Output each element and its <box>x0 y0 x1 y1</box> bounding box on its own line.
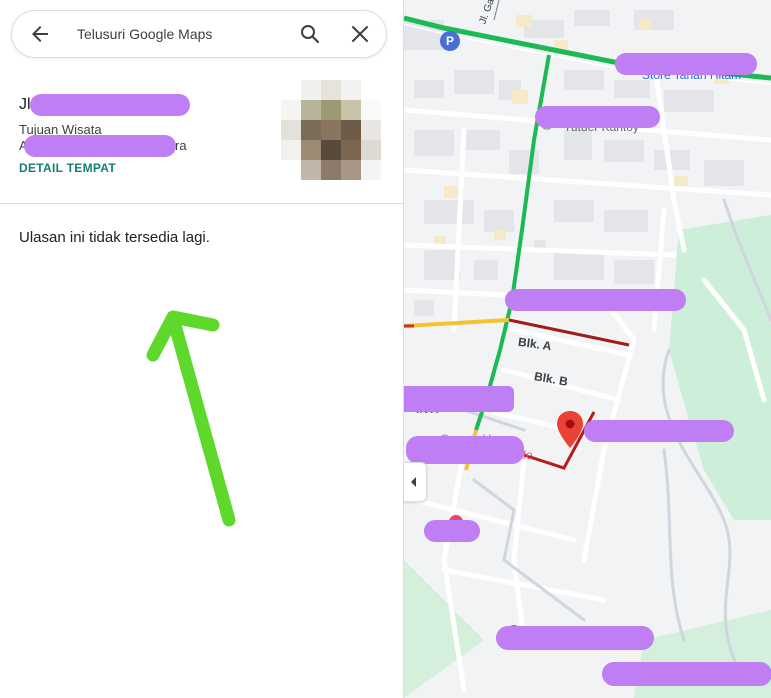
search-icon[interactable] <box>298 22 322 46</box>
search-input[interactable]: Telusuri Google Maps <box>77 26 212 42</box>
place-thumbnail[interactable] <box>281 80 381 180</box>
redaction-mark <box>615 53 757 75</box>
map-pin-icon[interactable] <box>557 411 583 449</box>
collapse-panel-button[interactable] <box>404 462 427 502</box>
redaction-mark <box>24 135 176 157</box>
redaction-mark <box>535 106 660 128</box>
redaction-mark <box>30 94 190 116</box>
side-panel: Telusuri Google Maps Jl Tujuan Wisata A … <box>0 0 404 698</box>
chevron-left-icon <box>411 477 416 487</box>
back-arrow-icon[interactable] <box>28 22 52 46</box>
svg-text:P: P <box>446 34 454 48</box>
map-canvas[interactable] <box>404 0 771 698</box>
map-view[interactable]: Jl. Ga Store Tanah Hitam Tutuer Kantoy B… <box>404 0 771 698</box>
address-suffix: ra <box>175 138 187 153</box>
search-bar[interactable]: Telusuri Google Maps <box>11 10 387 58</box>
section-divider <box>0 203 403 204</box>
detail-place-link[interactable]: DETAIL TEMPAT <box>19 161 116 175</box>
redaction-mark <box>404 386 514 412</box>
close-icon[interactable] <box>348 22 372 46</box>
review-unavailable-message: Ulasan ini tidak tersedia lagi. <box>19 229 210 246</box>
annotation-arrow <box>146 310 236 527</box>
redaction-mark <box>496 626 654 650</box>
redaction-mark <box>505 289 686 311</box>
redaction-mark <box>602 662 771 686</box>
place-name: Jl <box>19 96 31 113</box>
redaction-mark <box>424 520 480 542</box>
redaction-mark <box>584 420 734 442</box>
redaction-mark <box>406 436 524 464</box>
parking-icon[interactable]: P <box>439 30 461 52</box>
